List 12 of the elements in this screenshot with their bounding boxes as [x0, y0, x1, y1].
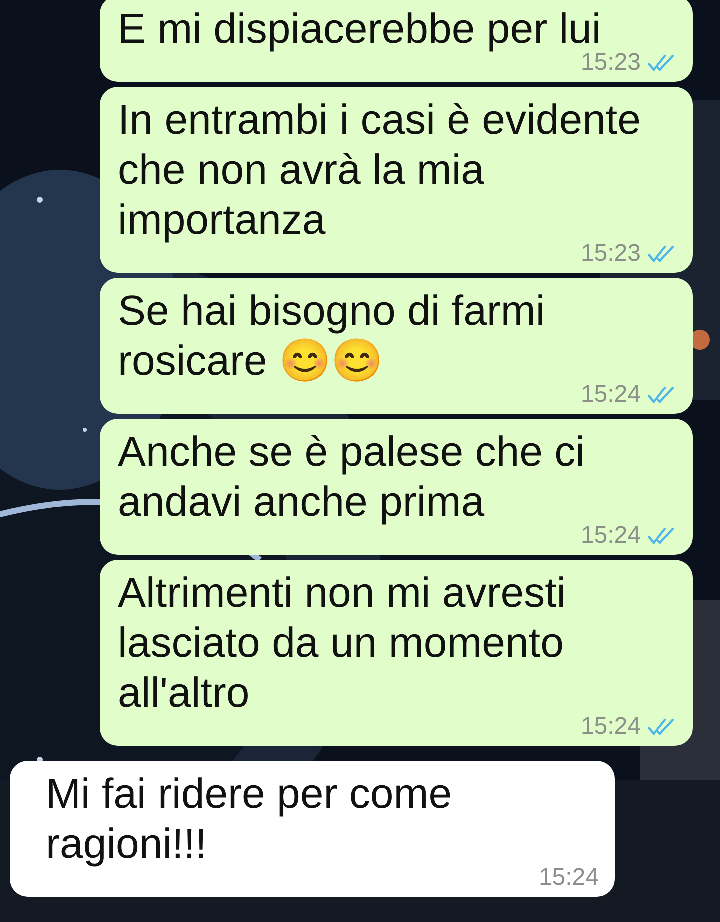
message-time: 15:23 — [580, 241, 641, 267]
message-time: 15:24 — [580, 523, 641, 549]
message-text: Anche se è palese che ci andavi anche prima — [118, 427, 586, 526]
message-text: Altrimenti non mi avresti lasciato da un momento all'altro — [118, 568, 568, 718]
message-time: 15:24 — [580, 382, 641, 408]
message-text: Mi fai ridere per come ragioni!!! — [46, 769, 454, 869]
message-text: E mi dispiacerebbe per lui — [118, 4, 602, 53]
message-time: 15:23 — [580, 50, 641, 76]
message-time: 15:24 — [538, 865, 599, 891]
message-time: 15:24 — [580, 714, 641, 740]
message-text: In entrambi i casi è evidente che non avrà la mia importanza — [118, 95, 642, 244]
message-text: Se hai bisogno di farmi rosicare 😊😊 — [118, 286, 546, 386]
